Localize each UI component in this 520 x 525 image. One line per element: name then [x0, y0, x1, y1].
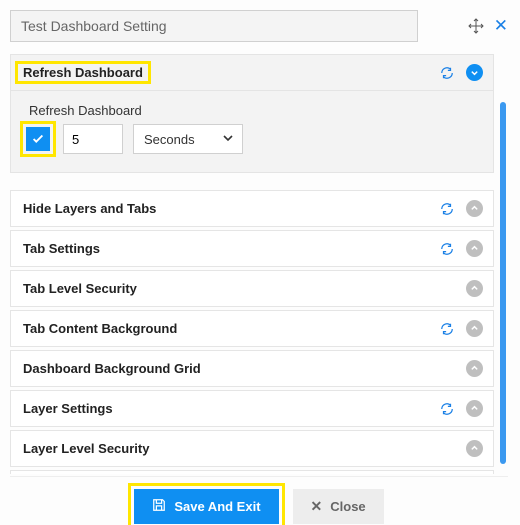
- panel-label: Tab Level Security: [17, 279, 143, 298]
- panel-label: Layer Level Security: [17, 439, 155, 458]
- panel-header-refresh[interactable]: Refresh Dashboard: [10, 54, 494, 91]
- chevron-down-icon[interactable]: [466, 64, 483, 81]
- refresh-icon[interactable]: [440, 66, 454, 80]
- refresh-unit-select[interactable]: Seconds: [133, 124, 243, 154]
- panel-header[interactable]: Dashboard Background Grid: [10, 350, 494, 387]
- chevron-up-icon[interactable]: [466, 280, 483, 297]
- close-label: Close: [330, 499, 365, 514]
- chevron-up-icon[interactable]: [466, 320, 483, 337]
- panel-label: Dashboard Background Grid: [17, 359, 207, 378]
- chevron-down-icon: [222, 132, 234, 147]
- panel-tab-security: Tab Level Security: [10, 270, 494, 307]
- panel-label: Hide Layers and Tabs: [17, 199, 162, 218]
- panel-hide-preview: Hide Preview Options: [10, 470, 494, 474]
- refresh-checkbox[interactable]: [26, 127, 50, 151]
- close-button[interactable]: ✕ Close: [293, 489, 384, 524]
- panel-label: Layer Settings: [17, 399, 119, 418]
- refresh-interval-input[interactable]: [63, 124, 123, 154]
- refresh-checkbox-highlight: [23, 124, 53, 154]
- panel-tab-settings: Tab Settings: [10, 230, 494, 267]
- refresh-field-label: Refresh Dashboard: [23, 103, 481, 118]
- panel-header[interactable]: Layer Settings: [10, 390, 494, 427]
- panel-label: Tab Settings: [17, 239, 106, 258]
- chevron-up-icon[interactable]: [466, 200, 483, 217]
- refresh-icon[interactable]: [440, 202, 454, 216]
- panel-dash-bg-grid: Dashboard Background Grid: [10, 350, 494, 387]
- panel-header[interactable]: Layer Level Security: [10, 430, 494, 467]
- save-label: Save And Exit: [174, 499, 260, 514]
- save-icon: [152, 498, 166, 515]
- panel-layer-security: Layer Level Security: [10, 430, 494, 467]
- panel-header[interactable]: Tab Level Security: [10, 270, 494, 307]
- panel-tab-content-bg: Tab Content Background: [10, 310, 494, 347]
- refresh-icon[interactable]: [440, 242, 454, 256]
- chevron-up-icon[interactable]: [466, 360, 483, 377]
- chevron-up-icon[interactable]: [466, 240, 483, 257]
- save-and-exit-button[interactable]: Save And Exit: [134, 489, 278, 524]
- scrollbar[interactable]: [500, 102, 506, 464]
- refresh-icon[interactable]: [440, 402, 454, 416]
- panel-label: Refresh Dashboard: [17, 63, 149, 82]
- close-icon: ✕: [311, 498, 323, 515]
- panel-label: Tab Content Background: [17, 319, 183, 338]
- panel-refresh-dashboard: Refresh Dashboard Refresh Dashboard: [10, 54, 494, 173]
- refresh-icon[interactable]: [440, 322, 454, 336]
- chevron-up-icon[interactable]: [466, 400, 483, 417]
- panel-header[interactable]: Tab Content Background: [10, 310, 494, 347]
- panel-header[interactable]: Tab Settings: [10, 230, 494, 267]
- refresh-unit-label: Seconds: [144, 132, 195, 147]
- footer: Save And Exit ✕ Close: [10, 476, 508, 524]
- panel-body-refresh: Refresh Dashboard Seconds: [10, 91, 494, 173]
- panel-header[interactable]: Hide Preview Options: [10, 470, 494, 474]
- close-icon[interactable]: ✕: [494, 16, 508, 36]
- title-input[interactable]: [10, 10, 418, 42]
- title-bar: ✕: [10, 10, 508, 42]
- panel-layer-settings: Layer Settings: [10, 390, 494, 427]
- panel-header[interactable]: Hide Layers and Tabs: [10, 190, 494, 227]
- chevron-up-icon[interactable]: [466, 440, 483, 457]
- panels-container: Refresh Dashboard Refresh Dashboard: [10, 54, 508, 474]
- panel-hide-layers: Hide Layers and Tabs: [10, 190, 494, 227]
- move-icon[interactable]: [468, 18, 484, 34]
